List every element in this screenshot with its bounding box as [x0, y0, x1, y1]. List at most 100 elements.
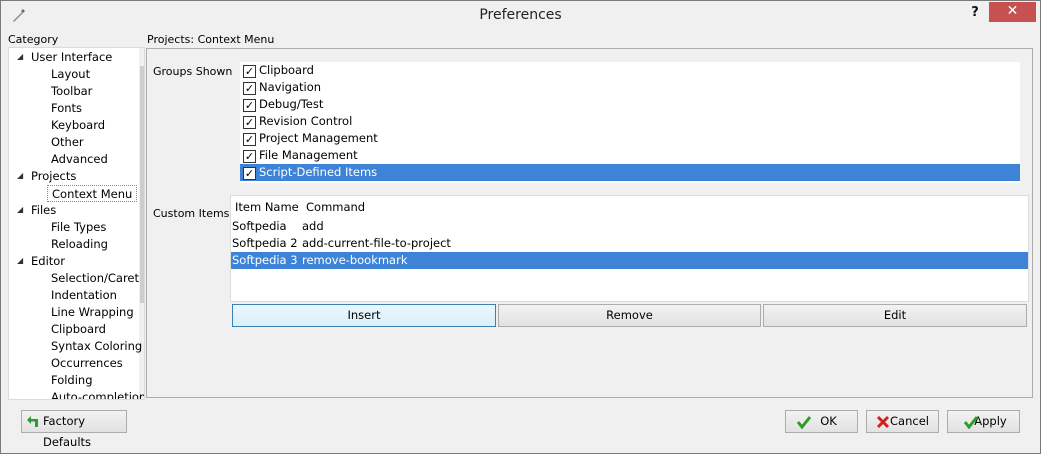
group-label: Script-Defined Items — [259, 165, 378, 179]
checkmark-icon — [964, 416, 978, 429]
group-label: Debug/Test — [259, 97, 324, 111]
group-checkbox-row[interactable]: ✓ File Management — [240, 147, 1020, 164]
group-label: Revision Control — [259, 114, 353, 128]
cancel-button[interactable]: Cancel — [866, 410, 939, 433]
tree-item[interactable]: Indentation — [51, 287, 117, 304]
tree-item[interactable]: Occurrences — [51, 355, 123, 372]
tree-item-label: Syntax Coloring — [51, 339, 143, 353]
tree-item-label: Projects — [31, 169, 77, 183]
tree-item[interactable]: Selection/Caret — [51, 270, 139, 287]
column-header-item-name[interactable]: Item Name — [235, 196, 299, 218]
column-header-command[interactable]: Command — [306, 196, 366, 218]
group-label: Navigation — [259, 80, 322, 94]
tree-item-label: Reloading — [51, 237, 108, 251]
expand-triangle-icon[interactable]: ◢ — [17, 171, 23, 180]
tree-item[interactable]: Line Wrapping — [51, 304, 134, 321]
tree-item[interactable]: Files — [31, 202, 56, 219]
edit-button[interactable]: Edit — [763, 304, 1027, 327]
apply-button[interactable]: Apply — [947, 410, 1020, 433]
group-checkbox-row[interactable]: ✓ Clipboard — [240, 62, 1020, 79]
tree-item[interactable]: Toolbar — [51, 83, 92, 100]
expand-triangle-icon[interactable]: ◢ — [17, 256, 23, 265]
group-checkbox[interactable]: ✓ — [243, 82, 256, 95]
tree-item-label: Folding — [51, 373, 93, 387]
tree-item-label: Clipboard — [51, 322, 106, 336]
tree-item-label: Line Wrapping — [51, 305, 134, 319]
tree-item[interactable]: Syntax Coloring — [51, 338, 142, 355]
group-label: Project Management — [259, 131, 378, 145]
tree-item-label: User Interface — [31, 50, 113, 64]
undo-arrow-icon — [27, 416, 38, 427]
groups-shown-label: Groups Shown — [153, 65, 233, 78]
tree-item[interactable]: User Interface — [31, 49, 112, 66]
tree-item-label: Editor — [31, 254, 66, 268]
close-button[interactable]: ✕ — [989, 2, 1036, 22]
tree-item[interactable]: Folding — [51, 372, 93, 389]
factory-defaults-button[interactable]: Factory Defaults — [21, 410, 127, 449]
category-label: Category — [8, 33, 59, 46]
tree-item[interactable]: Layout — [51, 66, 90, 83]
tree-item-label: Selection/Caret — [51, 271, 140, 285]
custom-items-table: Item Name Command Softpedia add Softpedia … — [230, 195, 1029, 302]
category-tree: User Interface ◢ Layout Toolbar Fonts Keyboar… — [8, 47, 145, 400]
command-cell: remove-bookmark — [302, 253, 408, 267]
tree-item-label: Files — [31, 203, 57, 217]
tree-item-label: Auto-completion — [51, 390, 145, 400]
tree-item-label: Layout — [51, 67, 91, 81]
table-row[interactable]: Softpedia 3 remove-bookmark — [231, 252, 1028, 269]
tree-item[interactable]: Advanced — [51, 151, 108, 168]
group-checkbox[interactable]: ✓ — [243, 133, 256, 146]
group-checkbox-row[interactable]: ✓ Revision Control — [240, 113, 1020, 130]
checkmark-icon — [797, 416, 811, 429]
tree-item[interactable]: Editor — [31, 253, 65, 270]
insert-button[interactable]: Insert — [232, 304, 496, 327]
remove-button[interactable]: Remove — [498, 304, 761, 327]
ok-label: OK — [820, 414, 837, 428]
group-checkbox[interactable]: ✓ — [243, 167, 256, 180]
tree-item[interactable]: Auto-completion — [51, 389, 145, 400]
panel-title: Projects: Context Menu — [147, 33, 275, 46]
item-name-cell: Softpedia 3 — [232, 253, 298, 267]
tree-item-label: Other — [51, 135, 84, 149]
tree-item-label: Indentation — [51, 288, 117, 302]
command-cell: add-current-file-to-project — [302, 236, 451, 250]
group-checkbox[interactable]: ✓ — [243, 116, 256, 129]
tree-item-label: Fonts — [51, 101, 83, 115]
group-checkbox[interactable]: ✓ — [243, 150, 256, 163]
item-name-cell: Softpedia 2 — [232, 236, 298, 250]
tree-item[interactable]: Keyboard — [51, 117, 105, 134]
group-checkbox-row[interactable]: ✓ Navigation — [240, 79, 1020, 96]
tree-item-label: Occurrences — [51, 356, 123, 370]
group-label: File Management — [259, 148, 358, 162]
tree-item-label: Context Menu — [52, 187, 133, 201]
group-checkbox-row[interactable]: ✓ Project Management — [240, 130, 1020, 147]
tree-item[interactable]: Reloading — [51, 236, 108, 253]
item-name-cell: Softpedia — [232, 219, 287, 233]
help-button[interactable]: ? — [967, 5, 983, 20]
table-row[interactable]: Softpedia add — [231, 218, 1028, 235]
tree-scrollbar-thumb[interactable] — [140, 66, 144, 303]
tree-item[interactable]: Other — [51, 134, 84, 151]
tree-item-label: Keyboard — [51, 118, 106, 132]
apply-label: Apply — [974, 414, 1007, 428]
tree-item[interactable]: Clipboard — [51, 321, 106, 338]
tree-item-label: File Types — [51, 220, 107, 234]
tree-item[interactable]: Fonts — [51, 100, 82, 117]
title-bar: Preferences ? ✕ — [1, 1, 1040, 32]
factory-defaults-label: Factory Defaults — [43, 414, 92, 449]
custom-items-label: Custom Items — [153, 207, 230, 220]
tree-item[interactable]: Context Menu — [47, 185, 138, 202]
expand-triangle-icon[interactable]: ◢ — [17, 205, 23, 214]
ok-button[interactable]: OK — [785, 410, 858, 433]
table-row[interactable]: Softpedia 2 add-current-file-to-project — [231, 235, 1028, 252]
group-checkbox-row[interactable]: ✓ Debug/Test — [240, 96, 1020, 113]
tree-item[interactable]: File Types — [51, 219, 106, 236]
tree-item[interactable]: Projects — [31, 168, 76, 185]
expand-triangle-icon[interactable]: ◢ — [17, 52, 23, 61]
group-label: Clipboard — [259, 63, 314, 77]
group-checkbox-row[interactable]: ✓ Script-Defined Items — [240, 164, 1020, 181]
group-checkbox[interactable]: ✓ — [243, 99, 256, 112]
tree-item-label: Toolbar — [51, 84, 93, 98]
cancel-label: Cancel — [890, 414, 929, 428]
group-checkbox[interactable]: ✓ — [243, 65, 256, 78]
